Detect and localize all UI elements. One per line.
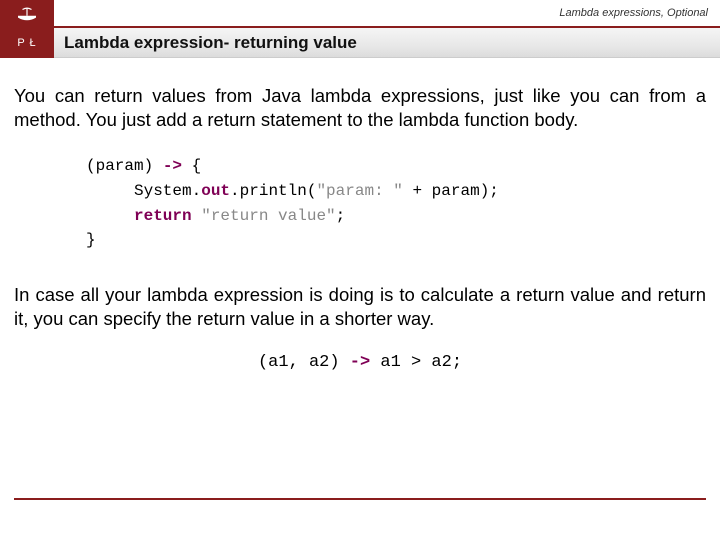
slide-title-text: Lambda expression- returning value [64, 33, 357, 53]
slide-title: Lambda expression- returning value [54, 28, 720, 58]
code-text: a1 > a2; [370, 353, 462, 372]
boat-icon [16, 5, 38, 23]
code-field: out [201, 182, 230, 200]
code-text: } [86, 231, 96, 249]
title-bar: P Ł Lambda expression- returning value [0, 28, 720, 58]
code-block-1: (param) -> { System.out.println("param: … [86, 154, 706, 253]
code-string: "return value" [201, 207, 335, 225]
code-block-2: (a1, a2) -> a1 > a2; [14, 353, 706, 372]
code-text: { [182, 157, 201, 175]
code-arrow: -> [163, 157, 182, 175]
logo-letters-text: P Ł [17, 37, 36, 49]
code-text: (a1, a2) [258, 353, 350, 372]
bottom-divider [14, 498, 706, 500]
top-bar: Lambda expressions, Optional [0, 0, 720, 28]
logo-emblem-top [0, 0, 54, 28]
content-area: You can return values from Java lambda e… [0, 58, 720, 382]
code-text: System. [134, 182, 201, 200]
code-text: ; [336, 207, 346, 225]
paragraph-2: In case all your lambda expression is do… [14, 283, 706, 331]
code-keyword-return: return [134, 207, 192, 225]
code-arrow: -> [350, 353, 370, 372]
code-text: .println( [230, 182, 316, 200]
code-text: (param) [86, 157, 163, 175]
breadcrumb: Lambda expressions, Optional [54, 0, 720, 28]
code-text: + param); [403, 182, 499, 200]
code-text [192, 207, 202, 225]
breadcrumb-text: Lambda expressions, Optional [559, 7, 708, 19]
paragraph-1: You can return values from Java lambda e… [14, 84, 706, 132]
code-string: "param: " [316, 182, 402, 200]
logo-letters: P Ł [0, 28, 54, 58]
